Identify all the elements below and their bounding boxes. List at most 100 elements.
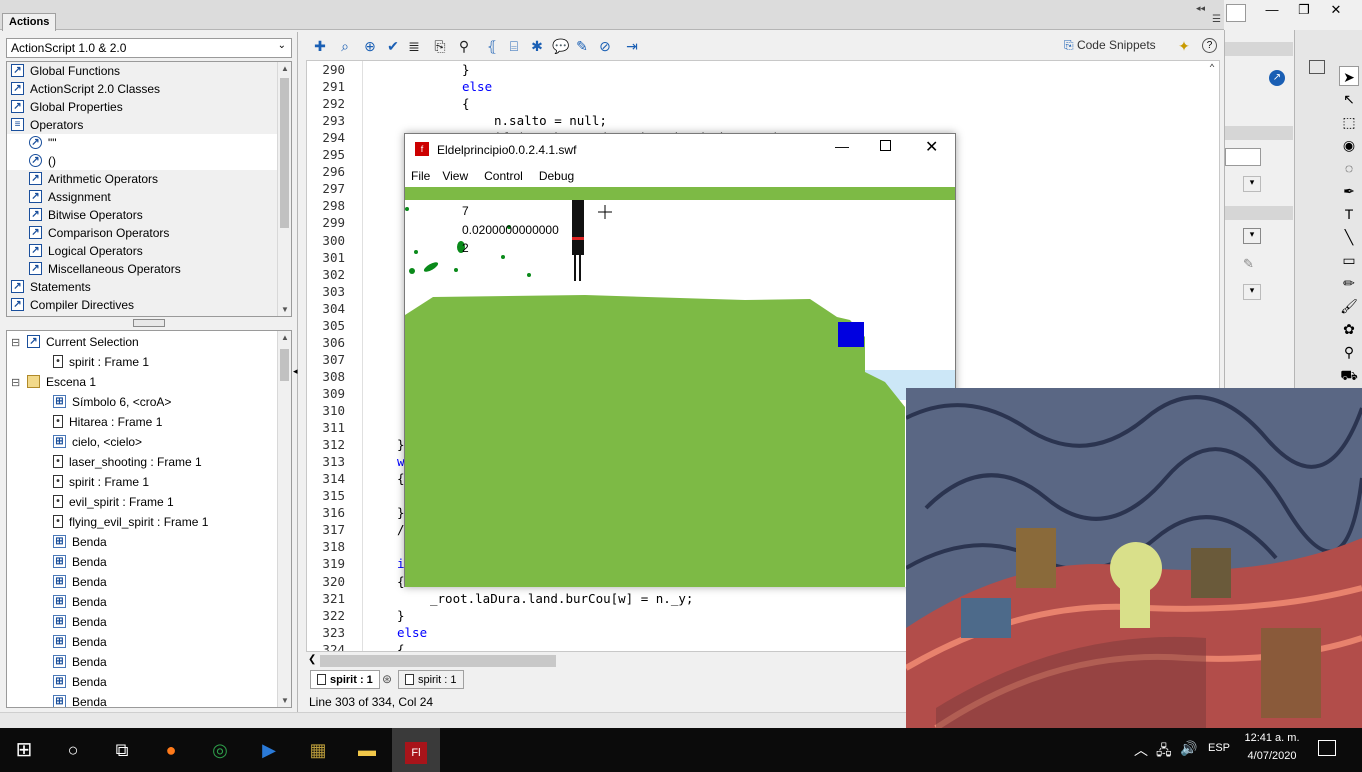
navigator-item[interactable]: • flying_evil_spirit : Frame 1 bbox=[7, 512, 291, 532]
deco-tool-icon[interactable]: ✿ bbox=[1339, 319, 1359, 339]
brush-tool-icon[interactable]: 🖌 bbox=[1339, 296, 1359, 316]
collapse-icon[interactable]: ⊟ bbox=[11, 373, 27, 393]
lasso-icon[interactable]: ◌ bbox=[1339, 158, 1359, 178]
minimize-button[interactable]: — bbox=[1256, 0, 1288, 20]
file-explorer-icon[interactable]: ▬ bbox=[343, 728, 391, 772]
toolbox-item[interactable]: ↗ Arithmetic Operators bbox=[7, 170, 291, 188]
remove-comment-icon[interactable]: ⊘ bbox=[597, 38, 613, 54]
text-field[interactable] bbox=[1225, 148, 1261, 166]
navigator-item[interactable]: • evil_spirit : Frame 1 bbox=[7, 492, 291, 512]
subselection-tool-icon[interactable]: ↖ bbox=[1339, 89, 1359, 109]
network-icon[interactable]: 🖧 bbox=[1156, 740, 1172, 764]
navigator-item[interactable]: ⊟ ↗ Current Selection bbox=[7, 332, 291, 352]
auto-format-icon[interactable]: ≣ bbox=[406, 38, 422, 54]
notifications-icon[interactable] bbox=[1318, 740, 1336, 756]
windows-icon[interactable]: ⊞ bbox=[0, 728, 48, 772]
navigator-item[interactable]: ⊞ Benda bbox=[7, 612, 291, 632]
toolbox-item[interactable]: ↗ Global Properties bbox=[7, 98, 291, 116]
toolbox-item[interactable]: ↗ ActionScript 2.0 Classes bbox=[7, 80, 291, 98]
line-tool-icon[interactable]: ╲ bbox=[1339, 227, 1359, 247]
expand-all-icon[interactable]: ✱ bbox=[529, 38, 545, 54]
menu-control[interactable]: Control bbox=[474, 165, 529, 187]
scroll-up-icon[interactable]: ▲ bbox=[278, 64, 291, 73]
toolbox-item[interactable]: ↗ Logical Operators bbox=[7, 242, 291, 260]
chevron-down-icon[interactable]: ▾ bbox=[1243, 284, 1261, 300]
menu-view[interactable]: View bbox=[436, 165, 474, 187]
3d-rotation-icon[interactable]: ◉ bbox=[1339, 135, 1359, 155]
swf-player-window[interactable]: f Eldelprincipio0.0.2.4.1.swf — ✕ File Vi… bbox=[404, 133, 956, 587]
navigator-item[interactable]: • Hitarea : Frame 1 bbox=[7, 412, 291, 432]
cortana-icon[interactable]: ○ bbox=[49, 728, 97, 772]
script-tab[interactable]: spirit : 1 bbox=[398, 670, 464, 689]
toolbox-scrollbar[interactable]: ▲ ▼ bbox=[277, 62, 291, 316]
close-button[interactable]: ✕ bbox=[1320, 0, 1352, 20]
scroll-up-icon[interactable]: ▲ bbox=[278, 333, 291, 342]
toolbox-item[interactable]: ↗ Comparison Operators bbox=[7, 224, 291, 242]
actionscript-version-select[interactable]: ActionScript 1.0 & 2.0 ⌄ bbox=[6, 38, 292, 58]
navigator-item[interactable]: ⊟ Escena 1 bbox=[7, 372, 291, 392]
navigator-item[interactable]: ⊞ Benda bbox=[7, 532, 291, 552]
apply-block-comment-icon[interactable]: 💬 bbox=[552, 38, 569, 54]
show-hidden-icons[interactable]: ︿ bbox=[1134, 740, 1148, 760]
toolbox-item[interactable]: ↗ Compiler Directives bbox=[7, 296, 291, 314]
pin-icon[interactable]: ⊛ bbox=[382, 672, 392, 686]
scroll-up-icon[interactable]: ⌃ bbox=[1209, 63, 1215, 74]
scroll-down-icon[interactable]: ▼ bbox=[278, 305, 291, 314]
swf-title-bar[interactable]: f Eldelprincipio0.0.2.4.1.swf — ✕ bbox=[405, 134, 955, 165]
navigator-item[interactable]: ⊞ Benda bbox=[7, 692, 291, 707]
toolbox-item[interactable]: ↗ Assignment bbox=[7, 188, 291, 206]
chrome-icon[interactable]: ◎ bbox=[196, 728, 244, 772]
menu-file[interactable]: File bbox=[405, 165, 436, 187]
info-icon[interactable]: ↗ bbox=[1269, 70, 1285, 86]
video-overlay[interactable] bbox=[906, 388, 1362, 728]
collapse-selection-icon[interactable]: ⌸ bbox=[506, 38, 522, 54]
scroll-left-icon[interactable]: ❮ bbox=[308, 654, 316, 665]
free-transform-icon[interactable]: ⬚ bbox=[1339, 112, 1359, 132]
navigator-item[interactable]: • spirit : Frame 1 bbox=[7, 472, 291, 492]
wand-icon[interactable]: ✦ bbox=[1176, 38, 1192, 54]
clock-date[interactable]: 4/07/2020 bbox=[1242, 750, 1302, 762]
check-syntax-icon[interactable]: ✔ bbox=[385, 38, 401, 54]
collapse-left-icon[interactable]: ◂ bbox=[293, 330, 300, 410]
menu-debug[interactable]: Debug bbox=[529, 165, 580, 187]
navigator-item[interactable]: ⊞ Benda bbox=[7, 632, 291, 652]
panel-splitter[interactable] bbox=[133, 319, 165, 327]
scroll-down-icon[interactable]: ▼ bbox=[278, 696, 291, 705]
actions-tab[interactable]: Actions bbox=[2, 13, 57, 31]
pencil-tool-icon[interactable]: ✏ bbox=[1339, 273, 1359, 293]
restore-button[interactable]: ❐ bbox=[1288, 0, 1320, 20]
swf-stage[interactable]: 7 0.0200000000000 2 bbox=[405, 187, 955, 587]
navigator-item[interactable]: ⊞ Símbolo 6, <croA> bbox=[7, 392, 291, 412]
winrar-icon[interactable]: ▦ bbox=[294, 728, 342, 772]
code-hint-icon[interactable]: ⎘ bbox=[432, 38, 448, 54]
toolbox-item[interactable]: ↗ Global Functions bbox=[7, 62, 291, 80]
pen-icon[interactable]: ✒ bbox=[1339, 181, 1359, 201]
code-snippets-button[interactable]: ⎘ Code Snippets bbox=[1064, 38, 1156, 53]
toolbox-item[interactable]: ↗ Bitwise Operators bbox=[7, 206, 291, 224]
find-icon[interactable]: ⌕ bbox=[337, 38, 353, 54]
close-icon[interactable]: ✕ bbox=[925, 137, 938, 157]
media-player-icon[interactable]: ▶ bbox=[245, 728, 293, 772]
flash-icon[interactable]: Fl bbox=[392, 728, 440, 772]
navigator-scrollbar[interactable]: ▲ ▼ bbox=[277, 331, 291, 707]
chevron-down-icon[interactable]: ▾ bbox=[1243, 228, 1261, 244]
toolbox-item[interactable]: ↗ () bbox=[7, 152, 291, 170]
toolbox-item[interactable]: ↗ "" bbox=[7, 134, 291, 152]
script-tab-active[interactable]: spirit : 1 bbox=[310, 670, 380, 689]
navigator-item[interactable]: ⊞ cielo, <cielo> bbox=[7, 432, 291, 452]
scroll-thumb[interactable] bbox=[280, 78, 289, 228]
toolbox-item[interactable]: ↗ Statements bbox=[7, 278, 291, 296]
apply-line-comment-icon[interactable]: ✎ bbox=[574, 38, 590, 54]
navigator-item[interactable]: • laser_shooting : Frame 1 bbox=[7, 452, 291, 472]
add-statement-icon[interactable]: ✚ bbox=[312, 38, 328, 54]
scroll-thumb[interactable] bbox=[320, 655, 556, 667]
collapse-between-braces-icon[interactable]: ⦃ bbox=[484, 38, 500, 54]
rectangle-tool-icon[interactable]: ▭ bbox=[1339, 250, 1359, 270]
collapse-icon[interactable]: ◂◂ bbox=[1196, 3, 1205, 14]
navigator-item[interactable]: ⊞ Benda bbox=[7, 672, 291, 692]
pencil-icon[interactable]: ✎ bbox=[1243, 256, 1254, 272]
navigator-item[interactable]: ⊞ Benda bbox=[7, 552, 291, 572]
help-icon[interactable]: ? bbox=[1202, 38, 1217, 53]
text-tool-icon[interactable]: T bbox=[1339, 204, 1359, 224]
toolbox-item[interactable]: ≡ Operators bbox=[7, 116, 291, 134]
